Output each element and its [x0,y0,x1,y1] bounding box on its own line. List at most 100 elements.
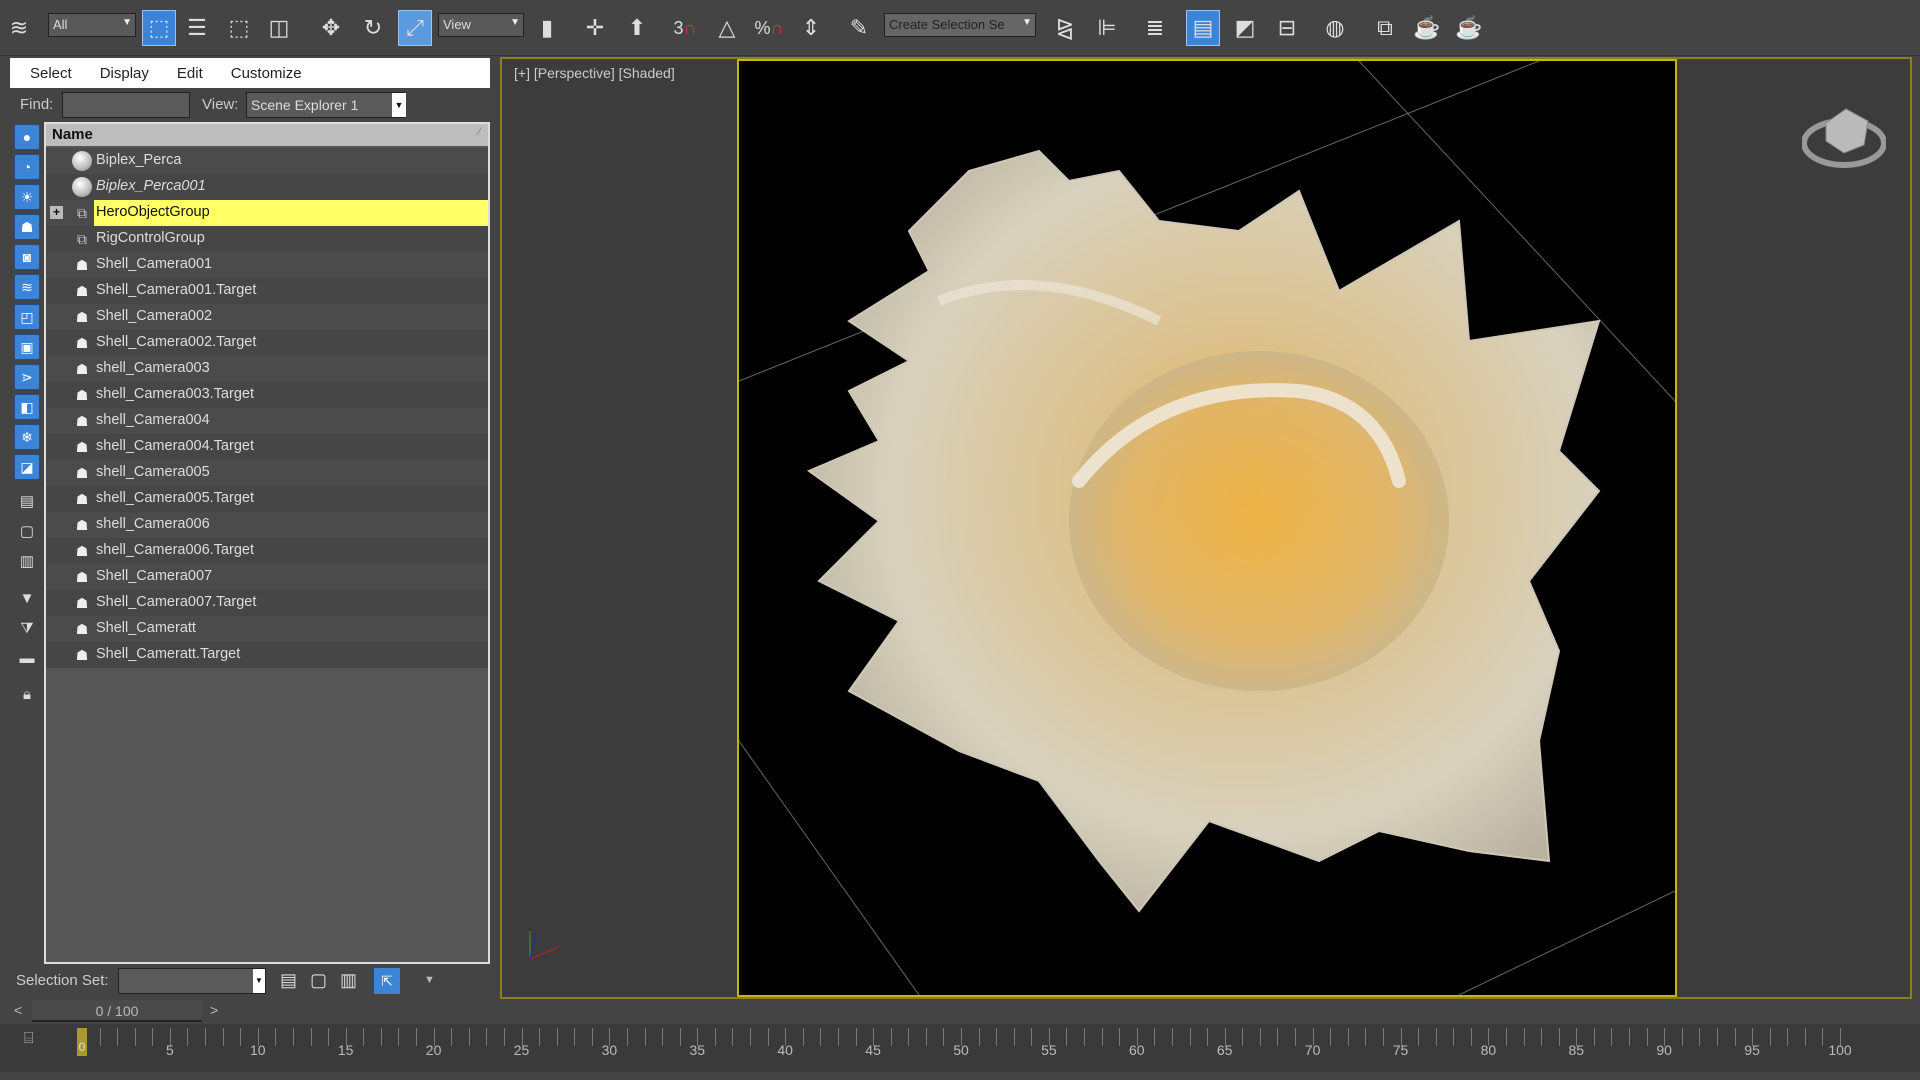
list-item[interactable]: ☗ Shell_Cameratt.Target [46,642,488,668]
menu-edit[interactable]: Edit [177,65,203,82]
list-item[interactable]: ☗ shell_Camera006 [46,512,488,538]
list-item[interactable]: ☗ Shell_Camera002.Target [46,330,488,356]
view-dropdown[interactable]: Scene Explorer 1 ▼ [246,92,406,118]
main-toolbar: ≋ All ▼ ⬚ ☰ ⬚ ◫ ✥ ↻ ⤢ View ▼ ▮ ✛ ⬆ 3 ∩ △ % ∩… [0,0,1920,56]
tick-mark [328,1028,330,1046]
display-xrefs-icon[interactable]: ▣ [14,334,40,360]
list-item[interactable]: ☗ shell_Camera006.Target [46,538,488,564]
scale-icon[interactable]: ⤢ [398,10,432,46]
select-invert-icon[interactable]: ▥ [18,552,36,572]
rendered-frame-window-icon[interactable]: ☕ [1410,10,1444,46]
material-editor-icon[interactable]: ◍ [1318,10,1352,46]
tick-mark [1189,1028,1191,1046]
list-item[interactable]: ☗ shell_Camera004.Target [46,434,488,460]
explorer-menu-bar: Select Display Edit Customize [10,58,490,88]
display-geometry-icon[interactable]: ● [14,124,40,150]
layer-manager-icon[interactable]: ≣ [1138,10,1172,46]
group-icon: ⧉ [77,204,87,221]
track-bar[interactable]: ⌸ 5 10 15 20 25 30 35 40 45 50 55 60 65 70 75 80 85 90 95 1… [0,1024,1920,1072]
display-cameras-icon[interactable]: ☗ [14,214,40,240]
options-dropdown-icon[interactable]: ▼ [424,974,435,986]
list-item[interactable]: ☗ shell_Camera005.Target [46,486,488,512]
display-helpers-icon[interactable]: ◙ [14,244,40,270]
expand-icon[interactable]: + [50,206,63,219]
display-shapes-icon[interactable]: ◔ [14,154,40,180]
align-icon[interactable]: ⊫ [1090,10,1124,46]
list-item[interactable]: ☗ shell_Camera003.Target [46,382,488,408]
add-selection-set-icon[interactable]: ▤ [280,970,297,991]
display-frozen-icon[interactable]: ❄ [14,424,40,450]
rectangular-selection-button[interactable]: ⬚ [222,10,256,46]
reference-coordinate-dropdown[interactable]: View ▼ [438,13,524,37]
viewport-label[interactable]: [+] [Perspective] [Shaded] [514,65,675,81]
list-item[interactable]: Biplex_Perca [46,148,488,174]
list-item[interactable]: ☗ Shell_Cameratt [46,616,488,642]
viewcube-icon[interactable] [1801,87,1887,171]
list-item[interactable]: ☗ shell_Camera003 [46,356,488,382]
tick-mark [1207,1028,1209,1046]
pivot-icon[interactable]: ▮ [530,10,564,46]
time-slider-thumb[interactable]: 0 / 100 [32,1000,202,1022]
manipulate-icon[interactable]: ✛ [578,10,612,46]
menu-select[interactable]: Select [30,65,72,82]
move-icon[interactable]: ✥ [314,10,348,46]
tick-label: 50 [953,1042,969,1058]
display-lights-icon[interactable]: ☀ [14,184,40,210]
select-all-icon[interactable]: ▤ [18,492,36,512]
list-item[interactable]: Biplex_Perca001 [46,174,488,200]
angle-snap-icon[interactable]: △ [710,10,744,46]
viewcube[interactable] [1801,87,1887,171]
display-groups-icon[interactable]: ◰ [14,304,40,330]
sync-selection-icon[interactable]: ⇱ [374,968,400,994]
mirror-icon[interactable]: ⧎ [1048,10,1082,46]
rotate-icon[interactable]: ↻ [356,10,390,46]
spinner-snap-icon[interactable]: ⇕ [794,10,828,46]
filter-options-icon[interactable]: ⧩ [18,620,36,640]
snap-toggle-button[interactable]: 3 ∩ [668,10,702,46]
display-containers-icon[interactable]: ◧ [14,394,40,420]
menu-display[interactable]: Display [100,65,149,82]
schematic-view-icon[interactable]: ⊟ [1270,10,1304,46]
list-item[interactable]: ☗ shell_Camera004 [46,408,488,434]
keyboard-shortcut-override-icon[interactable]: ⬆ [620,10,654,46]
scene-explorer-toggle-icon[interactable]: ▤ [1186,10,1220,46]
list-item[interactable]: ☗ shell_Camera005 [46,460,488,486]
collapse-icon[interactable]: ▬ [18,650,36,670]
current-frame-marker[interactable]: 0 [77,1028,87,1056]
selection-filter-dropdown[interactable]: All ▼ [48,13,136,37]
window-crossing-button[interactable]: ◫ [262,10,296,46]
lock-icon[interactable]: 🔒︎ [18,686,36,706]
list-item[interactable]: ☗ Shell_Camera001.Target [46,278,488,304]
selection-set-dropdown[interactable]: ▼ [118,968,266,994]
object-name: Shell_Cameratt.Target [96,646,241,662]
list-item[interactable]: + ⧉ HeroObjectGroup [46,200,488,226]
list-item[interactable]: ☗ Shell_Camera007.Target [46,590,488,616]
display-spacewarps-icon[interactable]: ≋ [14,274,40,300]
named-selection-dropdown[interactable]: Create Selection Se ▼ [884,13,1036,37]
display-bones-icon[interactable]: ⋗ [14,364,40,390]
edit-selection-set-icon[interactable]: ▥ [340,970,357,991]
percent-snap-button[interactable]: % ∩ [752,10,786,46]
render-setup-icon[interactable]: ⧉ [1368,10,1402,46]
list-item[interactable]: ⧉ RigControlGroup [46,226,488,252]
select-by-name-button[interactable]: ☰ [180,10,214,46]
time-prev-button[interactable]: < [14,1002,22,1018]
list-item[interactable]: ☗ Shell_Camera007 [46,564,488,590]
render-production-icon[interactable]: ☕ [1452,10,1486,46]
edit-named-selection-icon[interactable]: ✎ [842,10,876,46]
camera-icon: ☗ [75,308,89,325]
filter-icon[interactable]: ▼ [18,590,36,610]
list-item[interactable]: ☗ Shell_Camera002 [46,304,488,330]
select-object-button[interactable]: ⬚ [142,10,176,46]
list-item[interactable]: ☗ Shell_Camera001 [46,252,488,278]
find-input[interactable] [62,92,190,118]
link-icon[interactable]: ≋ [2,10,36,46]
select-none-icon[interactable]: ▢ [18,522,36,542]
perspective-viewport[interactable]: [+] [Perspective] [Shaded] [500,57,1912,999]
time-next-button[interactable]: > [210,1002,218,1018]
name-column-header[interactable]: Name ⁄ [46,124,488,146]
curve-editor-icon[interactable]: ◩ [1228,10,1262,46]
menu-customize[interactable]: Customize [231,65,302,82]
display-hidden-icon[interactable]: ◪ [14,454,40,480]
remove-selection-set-icon[interactable]: ▢ [310,970,327,991]
